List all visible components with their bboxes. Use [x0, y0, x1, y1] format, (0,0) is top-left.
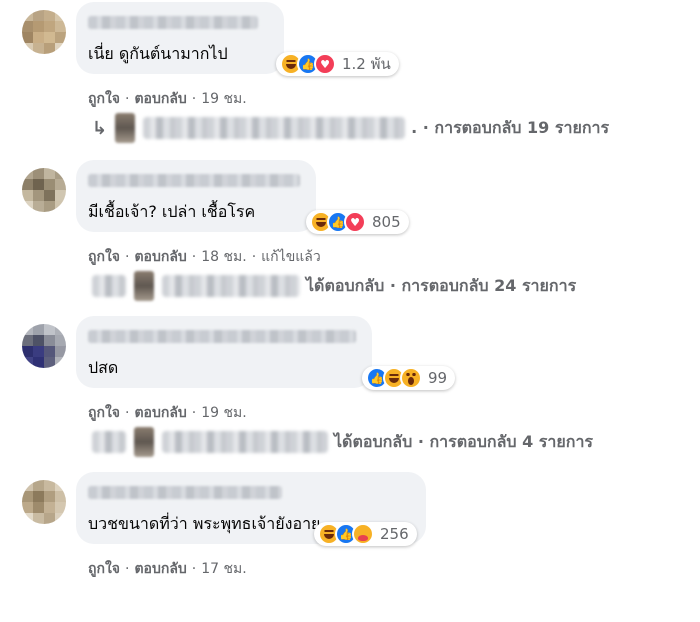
comment-2: มีเชื้อเจ้า? เปล่า เชื้อโรค 👍 ♥ 805 ถูกใ…: [0, 160, 700, 310]
timestamp[interactable]: 17 ชม.: [201, 561, 246, 577]
author-name[interactable]: [88, 16, 258, 29]
replier-name: [92, 275, 126, 297]
comment-actions: ถูกใจ · ตอบกลับ · 19 ชม.: [88, 405, 247, 421]
replier-avatar: [134, 271, 154, 301]
like-button[interactable]: ถูกใจ: [88, 405, 120, 421]
reply-button[interactable]: ตอบกลับ: [134, 561, 186, 577]
reaction-count: 805: [372, 213, 401, 231]
replies-count[interactable]: ได้ตอบกลับ · การตอบกลับ 24 รายการ: [306, 274, 576, 299]
reply-button[interactable]: ตอบกลับ: [134, 91, 186, 107]
replier-name: [162, 275, 300, 297]
replies-count[interactable]: ได้ตอบกลับ · การตอบกลับ 4 รายการ: [334, 430, 593, 455]
reactions-summary[interactable]: 👍 256: [314, 522, 417, 546]
author-name[interactable]: [88, 174, 300, 187]
comment-4: บวชขนาดที่ว่า พระพุทธเจ้ายังอาย..... 👍 2…: [0, 472, 700, 622]
view-replies-link[interactable]: ได้ตอบกลับ · การตอบกลับ 24 รายการ: [92, 271, 576, 301]
reply-arrow-icon: ↳: [92, 117, 108, 139]
edited-label: แก้ไขแล้ว: [261, 249, 321, 265]
replier-name: [162, 431, 328, 453]
comment-1: เนี่ย ดูกันต์นามากไป 👍 ♥ 1.2 พัน ถูกใจ · ต…: [0, 2, 700, 152]
avatar[interactable]: [22, 324, 66, 368]
comment-actions: ถูกใจ · ตอบกลับ · 18 ชม. · แก้ไขแล้ว: [88, 249, 321, 265]
replier-avatar: [134, 427, 154, 457]
view-replies-link[interactable]: ↳ . · การตอบกลับ 19 รายการ: [92, 113, 609, 143]
comment-bubble: ปสด: [76, 316, 372, 388]
avatar[interactable]: [22, 480, 66, 524]
comment-bubble: เนี่ย ดูกันต์นามากไป: [76, 2, 284, 74]
view-replies-link[interactable]: ได้ตอบกลับ · การตอบกลับ 4 รายการ: [92, 427, 593, 457]
comment-3: ปสด 👍 99 ถูกใจ · ตอบกลับ · 19 ชม. ได้ตอบกลับ…: [0, 316, 700, 466]
timestamp[interactable]: 18 ชม.: [201, 249, 246, 265]
timestamp[interactable]: 19 ชม.: [201, 405, 246, 421]
love-reaction-icon: ♥: [314, 53, 336, 75]
comment-text: มีเชื้อเจ้า? เปล่า เชื้อโรค: [88, 202, 256, 221]
timestamp[interactable]: 19 ชม.: [201, 91, 246, 107]
avatar[interactable]: [22, 10, 66, 54]
reaction-count: 256: [380, 525, 409, 543]
reactions-summary[interactable]: 👍 ♥ 1.2 พัน: [276, 52, 399, 76]
reply-button[interactable]: ตอบกลับ: [134, 405, 186, 421]
reaction-count: 99: [428, 369, 448, 387]
avatar[interactable]: [22, 168, 66, 212]
reply-button[interactable]: ตอบกลับ: [134, 249, 186, 265]
comment-bubble: มีเชื้อเจ้า? เปล่า เชื้อโรค: [76, 160, 316, 232]
like-button[interactable]: ถูกใจ: [88, 561, 120, 577]
wow-reaction-icon: [400, 367, 422, 389]
like-button[interactable]: ถูกใจ: [88, 249, 120, 265]
author-name[interactable]: [88, 330, 356, 343]
reactions-summary[interactable]: 👍 99: [362, 366, 456, 390]
comment-actions: ถูกใจ · ตอบกลับ · 19 ชม.: [88, 91, 247, 107]
reactions-summary[interactable]: 👍 ♥ 805: [306, 210, 409, 234]
comment-text: ปสด: [88, 358, 119, 377]
reaction-count: 1.2 พัน: [342, 55, 391, 73]
replies-count[interactable]: . · การตอบกลับ 19 รายการ: [411, 116, 609, 141]
replier-avatar: [115, 113, 136, 143]
author-name[interactable]: [88, 486, 282, 499]
love-reaction-icon: ♥: [344, 211, 366, 233]
like-button[interactable]: ถูกใจ: [88, 91, 120, 107]
comment-text: บวชขนาดที่ว่า พระพุทธเจ้ายังอาย.....: [88, 514, 346, 533]
comment-actions: ถูกใจ · ตอบกลับ · 17 ชม.: [88, 561, 247, 577]
replier-name: [143, 117, 406, 139]
care-reaction-icon: [352, 523, 374, 545]
comment-text: เนี่ย ดูกันต์นามากไป: [88, 44, 228, 63]
replier-name: [92, 431, 126, 453]
